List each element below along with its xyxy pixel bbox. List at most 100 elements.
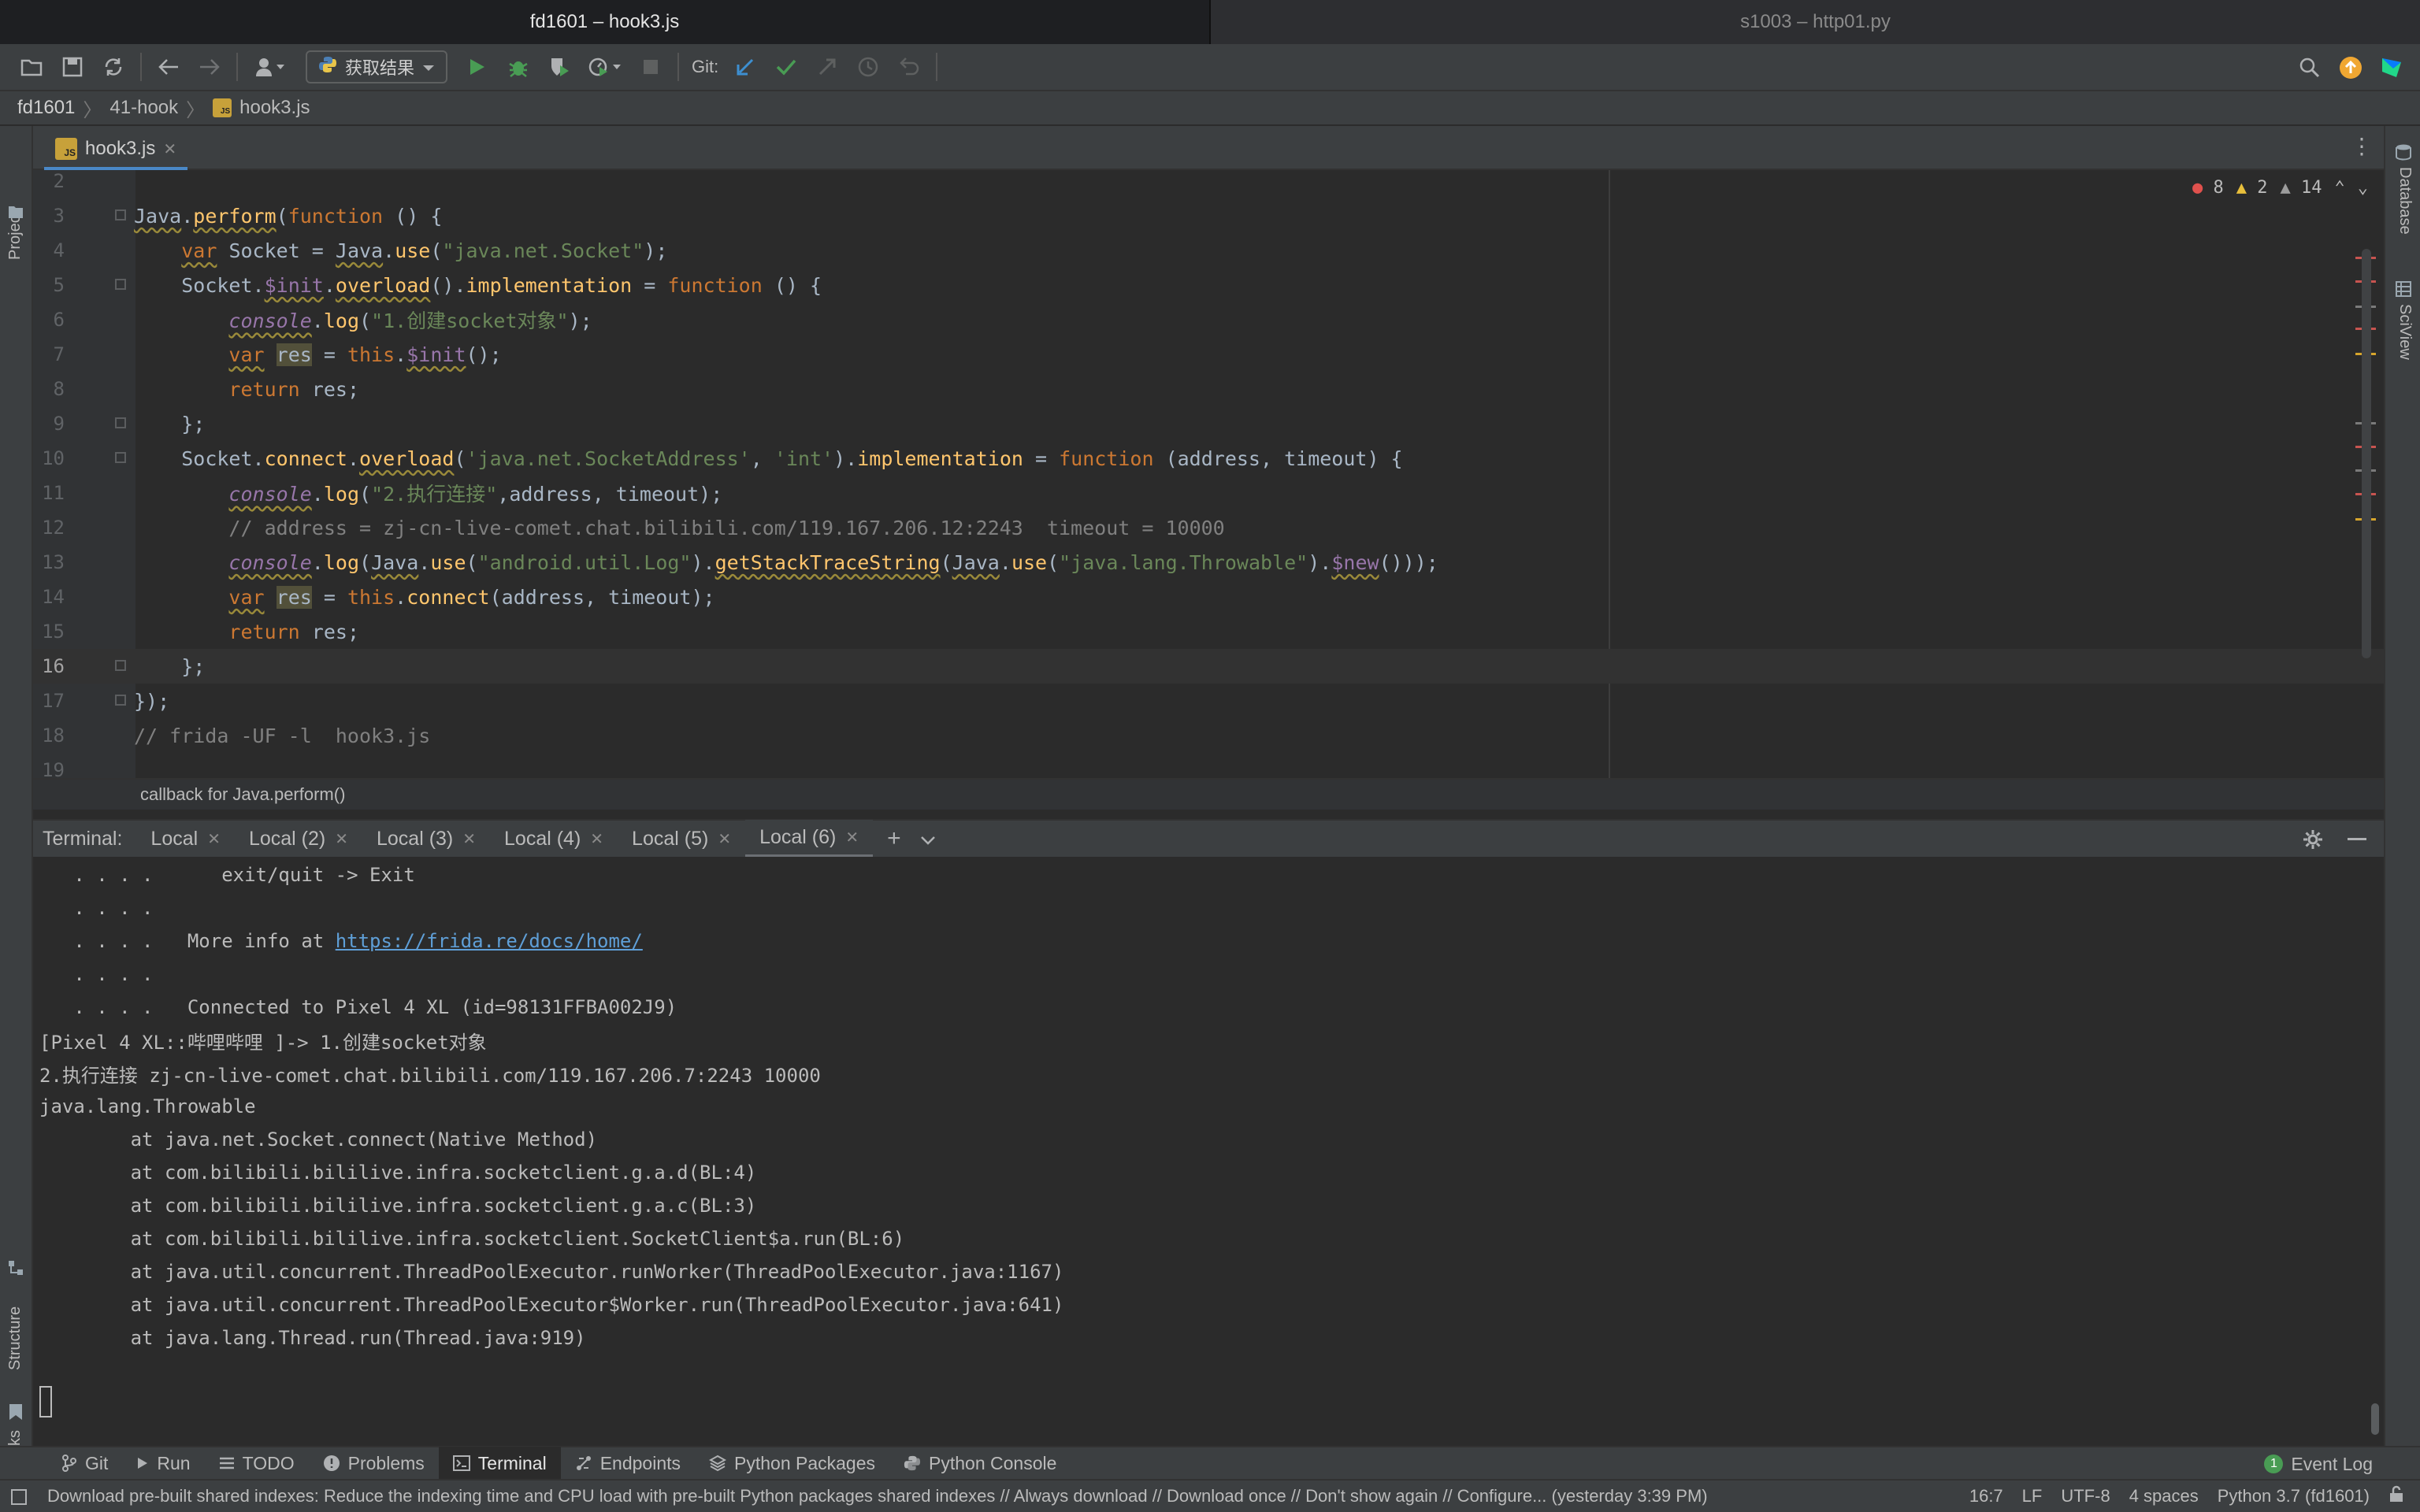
python-packages-tool-button[interactable]: Python Packages	[695, 1447, 889, 1480]
list-icon	[219, 1457, 234, 1469]
line-number: 16	[42, 655, 65, 677]
frida-docs-link[interactable]: https://frida.re/docs/home/	[336, 930, 643, 952]
editor-tab-hook3[interactable]: JS hook3.js ✕	[44, 131, 188, 170]
terminal-scrollbar[interactable]	[2371, 1403, 2379, 1435]
close-icon[interactable]: ✕	[590, 829, 603, 849]
toolbar-separator	[677, 53, 680, 81]
editor-scrollbar[interactable]	[2362, 249, 2371, 658]
fold-marker-icon[interactable]	[115, 660, 126, 671]
line-number: 2	[53, 170, 65, 192]
window-tab-inactive[interactable]: s1003 – http01.py	[1211, 0, 2420, 44]
event-count-badge: 1	[2264, 1455, 2284, 1473]
gear-icon[interactable]	[2302, 828, 2324, 856]
terminal-output[interactable]: . . . . exit/quit -> Exit . . . . . . . …	[33, 857, 2384, 1446]
run-with-coverage-icon[interactable]	[539, 46, 580, 87]
terminal-tab-local-3[interactable]: Local (3) ✕	[362, 820, 490, 858]
line-number: 6	[53, 309, 65, 331]
indent-setting[interactable]: 4 spaces	[2129, 1486, 2199, 1506]
close-icon[interactable]: ✕	[163, 139, 176, 159]
todo-tool-button[interactable]: TODO	[205, 1447, 309, 1480]
git-tool-button[interactable]: Git	[47, 1447, 122, 1480]
window-tabs: fd1601 – hook3.js s1003 – http01.py	[0, 0, 2420, 44]
python-console-tool-button[interactable]: Python Console	[889, 1447, 1071, 1480]
line-number: 4	[53, 239, 65, 261]
open-folder-icon[interactable]	[11, 46, 52, 87]
git-update-icon[interactable]	[725, 46, 766, 87]
breadcrumb-separator: 〉	[186, 99, 206, 121]
toolbar-separator	[140, 53, 142, 81]
editor-tab-bar: JS hook3.js ✕ ⋮	[33, 126, 2384, 170]
window-tab-active[interactable]: fd1601 – hook3.js	[0, 0, 1211, 44]
search-icon[interactable]	[2289, 47, 2330, 88]
status-square-icon[interactable]	[11, 1489, 27, 1505]
stop-icon[interactable]	[630, 46, 671, 87]
lock-icon[interactable]	[2388, 1485, 2404, 1507]
close-icon[interactable]: ✕	[845, 828, 859, 847]
run-icon	[138, 1458, 148, 1469]
save-icon[interactable]	[52, 46, 93, 87]
minimize-icon[interactable]	[2348, 838, 2366, 840]
back-arrow-icon[interactable]	[148, 46, 189, 87]
forward-arrow-icon[interactable]	[189, 46, 230, 87]
line-separator[interactable]: LF	[2022, 1486, 2043, 1506]
code-content: console.log("2.执行连接",address, timeout);	[228, 483, 723, 506]
update-available-icon[interactable]	[2330, 47, 2371, 88]
sciview-tool-button[interactable]: SciView	[2396, 304, 2414, 360]
run-tool-button[interactable]: Run	[122, 1447, 204, 1480]
run-configuration-selector[interactable]: 获取结果	[306, 50, 448, 83]
git-rollback-icon[interactable]	[889, 46, 930, 87]
terminal-tab-local-4[interactable]: Local (4) ✕	[490, 820, 618, 858]
problems-tool-button[interactable]: Problems	[309, 1447, 439, 1480]
fold-marker-icon[interactable]	[115, 417, 126, 428]
fold-marker-icon[interactable]	[115, 209, 126, 220]
code-line: 13 console.log(Java.use("android.util.Lo…	[33, 545, 2384, 580]
python-interpreter[interactable]: Python 3.7 (fd1601)	[2218, 1486, 2370, 1506]
terminal-icon	[452, 1455, 470, 1471]
close-icon[interactable]: ✕	[462, 829, 476, 849]
line-number: 10	[42, 447, 65, 469]
new-tab-plus-icon[interactable]: +	[887, 825, 901, 852]
terminal-tab-local-2[interactable]: Local (2) ✕	[235, 820, 362, 858]
file-encoding[interactable]: UTF-8	[2061, 1486, 2110, 1506]
breadcrumb-file[interactable]: hook3.js	[239, 97, 310, 119]
git-label: Git:	[692, 57, 719, 76]
code-content: // address = zj-cn-live-comet.chat.bilib…	[228, 516, 1225, 539]
run-icon[interactable]	[457, 46, 498, 87]
code-content: var Socket = Java.use("java.net.Socket")…	[181, 239, 668, 262]
endpoints-tool-button[interactable]: Endpoints	[561, 1447, 695, 1480]
chevron-down-icon[interactable]	[920, 828, 936, 850]
sync-icon[interactable]	[93, 46, 134, 87]
tool-window-bar: Git Run TODO Problems Terminal Endpoints…	[0, 1446, 2420, 1480]
code-content: return res;	[228, 377, 360, 401]
jetbrains-toolbox-icon[interactable]	[2371, 47, 2412, 88]
structure-tool-button[interactable]: Structure	[6, 1306, 24, 1370]
terminal-tab-local-5[interactable]: Local (5) ✕	[618, 820, 745, 858]
fold-marker-icon[interactable]	[115, 452, 126, 463]
more-options-icon[interactable]: ⋮	[2351, 135, 2373, 158]
git-push-icon[interactable]	[807, 46, 848, 87]
code-line: 12 // address = zj-cn-live-comet.chat.bi…	[33, 510, 2384, 545]
status-message[interactable]: Download pre-built shared indexes: Reduc…	[47, 1486, 1708, 1506]
user-dropdown-icon[interactable]	[244, 46, 296, 87]
close-icon[interactable]: ✕	[207, 829, 221, 849]
close-icon[interactable]: ✕	[718, 829, 731, 849]
git-history-icon[interactable]	[848, 46, 889, 87]
close-icon[interactable]: ✕	[335, 829, 348, 849]
terminal-line: at java.util.concurrent.ThreadPoolExecut…	[39, 1261, 1064, 1283]
line-number: 15	[42, 621, 65, 643]
fold-marker-icon[interactable]	[115, 279, 126, 290]
breadcrumb-folder[interactable]: 41-hook	[109, 97, 178, 119]
database-tool-button[interactable]: Database	[2396, 167, 2414, 235]
caret-position[interactable]: 16:7	[1969, 1486, 2003, 1506]
event-log-button[interactable]: 1 Event Log	[2264, 1447, 2373, 1480]
code-editor[interactable]: ● 8 ▲ 2 ▲ 14 ⌃ ⌄ 2 3 Java.perform(functi…	[33, 170, 2384, 778]
fold-marker-icon[interactable]	[115, 695, 126, 706]
terminal-tab-local-6[interactable]: Local (6) ✕	[745, 820, 874, 858]
terminal-line: at java.util.concurrent.ThreadPoolExecut…	[39, 1294, 1064, 1316]
git-commit-icon[interactable]	[766, 46, 807, 87]
terminal-tool-button[interactable]: Terminal	[438, 1447, 561, 1480]
terminal-tab-local[interactable]: Local ✕	[136, 820, 235, 858]
breadcrumb-project[interactable]: fd1601	[17, 97, 75, 119]
debug-icon[interactable]	[498, 46, 539, 87]
profile-dropdown-icon[interactable]	[580, 46, 630, 87]
